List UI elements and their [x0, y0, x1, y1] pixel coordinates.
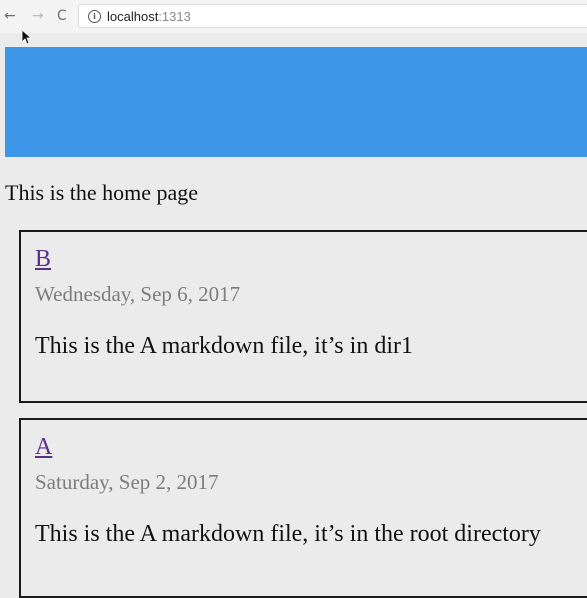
url-port: :1313 [158, 9, 191, 24]
post-summary: This is the A markdown file, it’s in dir… [35, 333, 413, 359]
back-arrow-icon[interactable]: ← [4, 8, 16, 24]
post-summary: This is the A markdown file, it’s in the… [35, 521, 541, 547]
forward-arrow-icon[interactable]: → [32, 8, 44, 24]
post-card: B Wednesday, Sep 6, 2017 This is the A m… [19, 230, 587, 403]
browser-toolbar: ← → C i localhost:1313 [0, 0, 587, 33]
address-bar[interactable]: i localhost:1313 [78, 4, 587, 28]
post-date: Wednesday, Sep 6, 2017 [35, 282, 241, 306]
page-intro-text: This is the home page [5, 180, 199, 205]
info-icon[interactable]: i [88, 10, 101, 23]
post-card: A Saturday, Sep 2, 2017 This is the A ma… [19, 418, 587, 598]
url-host: localhost [107, 9, 159, 24]
post-title-link[interactable]: B [35, 246, 51, 273]
url-text[interactable]: localhost:1313 [107, 9, 191, 24]
post-date: Saturday, Sep 2, 2017 [35, 470, 219, 494]
post-title-link[interactable]: A [35, 434, 52, 461]
header-banner [5, 47, 587, 157]
mouse-cursor-icon [21, 29, 33, 45]
reload-icon[interactable]: C [57, 8, 67, 24]
